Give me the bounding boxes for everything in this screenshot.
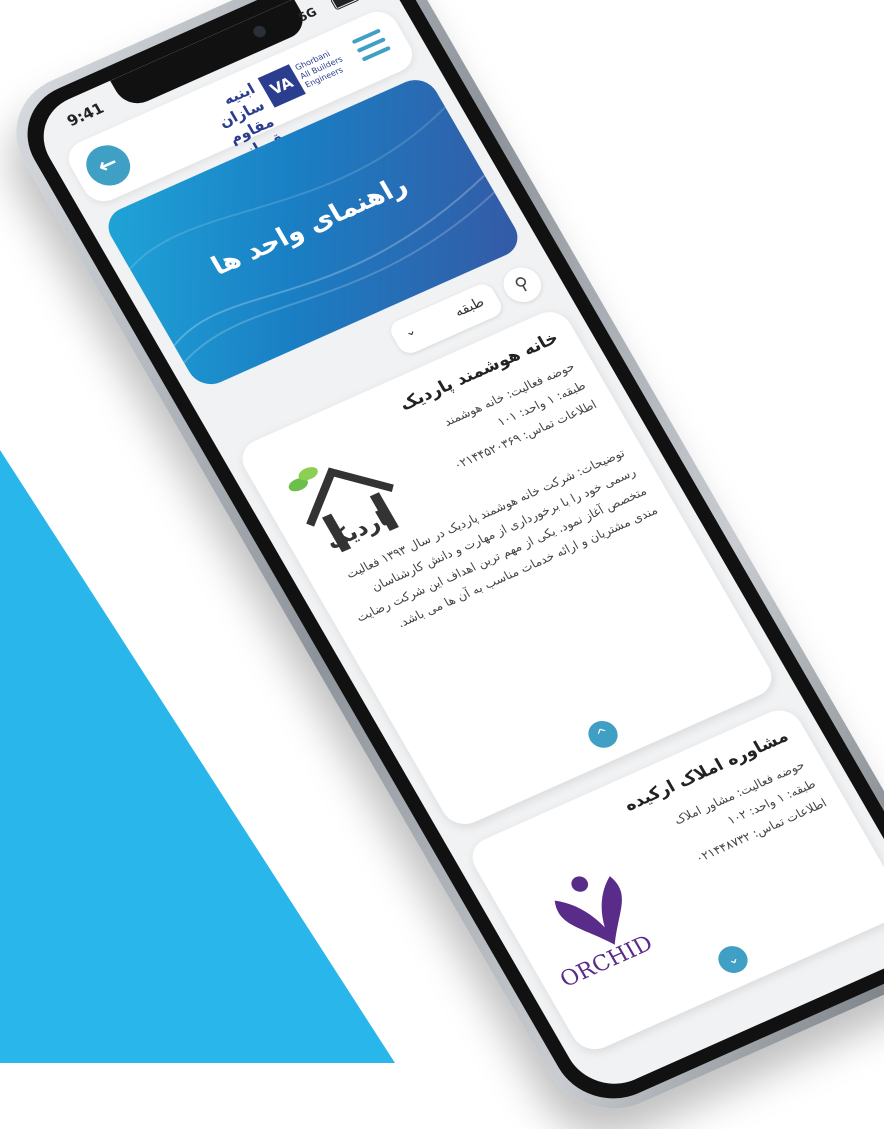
arrow-left-icon: ← — [93, 150, 123, 180]
expand-button[interactable]: ⌄ — [713, 941, 753, 978]
collapse-button[interactable]: ^ — [583, 716, 623, 753]
floor-select-label: طبقه — [451, 294, 488, 321]
phone-mockup: 9:41 5G ← ابنیه سازان مقاوم قربانی VA Gh… — [0, 0, 884, 1129]
back-button[interactable]: ← — [78, 138, 139, 193]
search-button[interactable]: ⚲ — [496, 261, 548, 308]
search-icon: ⚲ — [510, 272, 534, 297]
app-screen: 9:41 5G ← ابنیه سازان مقاوم قربانی VA Gh… — [26, 0, 884, 1099]
chevron-down-icon: ⌄ — [401, 323, 420, 341]
battery-icon — [329, 0, 361, 11]
hamburger-menu-icon[interactable] — [351, 28, 392, 63]
chevron-up-icon: ^ — [593, 725, 613, 744]
status-time: 9:41 — [63, 99, 108, 131]
chevron-down-icon: ⌄ — [723, 950, 743, 969]
